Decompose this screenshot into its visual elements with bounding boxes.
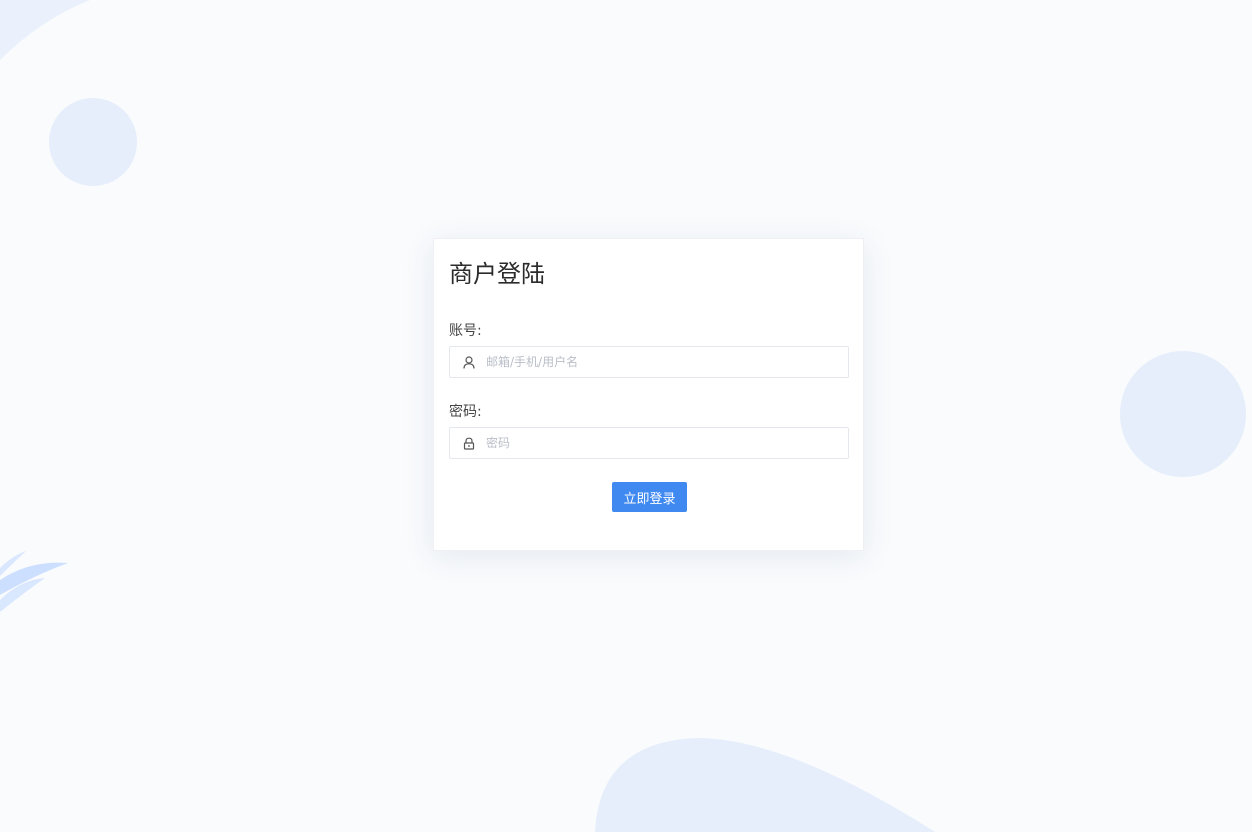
account-field[interactable] bbox=[449, 346, 849, 378]
leaf-decoration bbox=[0, 551, 68, 612]
page-title: 商户登陆 bbox=[449, 260, 545, 288]
blob-bottom bbox=[595, 738, 935, 832]
account-label: 账号: bbox=[449, 323, 482, 339]
login-page: 商户登陆 账号: 密码: 立即登录 bbox=[0, 0, 1252, 832]
account-input[interactable] bbox=[486, 355, 826, 369]
circle-top-left bbox=[49, 98, 137, 186]
user-icon bbox=[462, 355, 476, 369]
circle-right bbox=[1120, 351, 1246, 477]
password-label: 密码: bbox=[449, 404, 482, 420]
login-button[interactable]: 立即登录 bbox=[612, 482, 687, 512]
lock-icon bbox=[462, 436, 476, 450]
password-input[interactable] bbox=[486, 436, 826, 450]
login-card: 商户登陆 账号: 密码: 立即登录 bbox=[433, 238, 864, 551]
password-field[interactable] bbox=[449, 427, 849, 459]
corner-blob-top-left bbox=[0, 0, 90, 60]
